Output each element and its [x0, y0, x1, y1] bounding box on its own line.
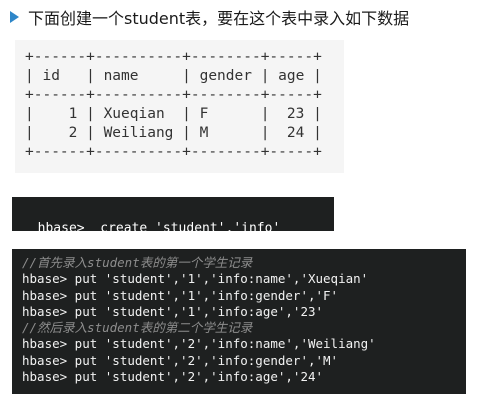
command-line: hbase> put 'student','1','info:age','23' — [22, 303, 324, 319]
heading-text: 下面创建一个student表，要在这个表中录入如下数据 — [28, 9, 410, 28]
table-border-mid: +------+----------+--------+-----+ — [25, 87, 322, 103]
table-row: | 1 | Xueqian | F | 23 | — [25, 106, 322, 122]
put-commands-block: //首先录入student表的第一个学生记录 hbase> put 'stude… — [12, 249, 466, 394]
command-line: hbase> put 'student','1','info:gender','… — [22, 287, 339, 303]
table-header-row: | id | name | gender | age | — [25, 68, 322, 84]
command-line: hbase> put 'student','2','info:name','We… — [22, 336, 376, 352]
table-border-top: +------+----------+--------+-----+ — [25, 49, 322, 65]
ascii-table-panel: +------+----------+--------+-----+ | id |… — [15, 40, 344, 173]
table-row: | 2 | Weiliang | M | 24 | — [25, 125, 322, 141]
create-command-block: hbase> create 'student','info' — [12, 197, 334, 236]
command-line: hbase> put 'student','1','info:name','Xu… — [22, 271, 369, 287]
table-border-bottom: +------+----------+--------+-----+ — [25, 144, 322, 160]
ascii-table: +------+----------+--------+-----+ | id |… — [25, 48, 322, 162]
command-line: hbase> put 'student','2','info:age','24' — [22, 369, 324, 385]
comment-line: //然后录入student表的第二个学生记录 — [22, 320, 253, 336]
command-line: hbase> put 'student','2','info:gender','… — [22, 352, 339, 368]
section-heading: 下面创建一个student表，要在这个表中录入如下数据 — [10, 5, 409, 29]
create-command-line: hbase> create 'student','info' — [37, 221, 281, 236]
comment-line: //首先录入student表的第一个学生记录 — [22, 255, 253, 270]
bullet-arrow-icon — [10, 11, 19, 23]
